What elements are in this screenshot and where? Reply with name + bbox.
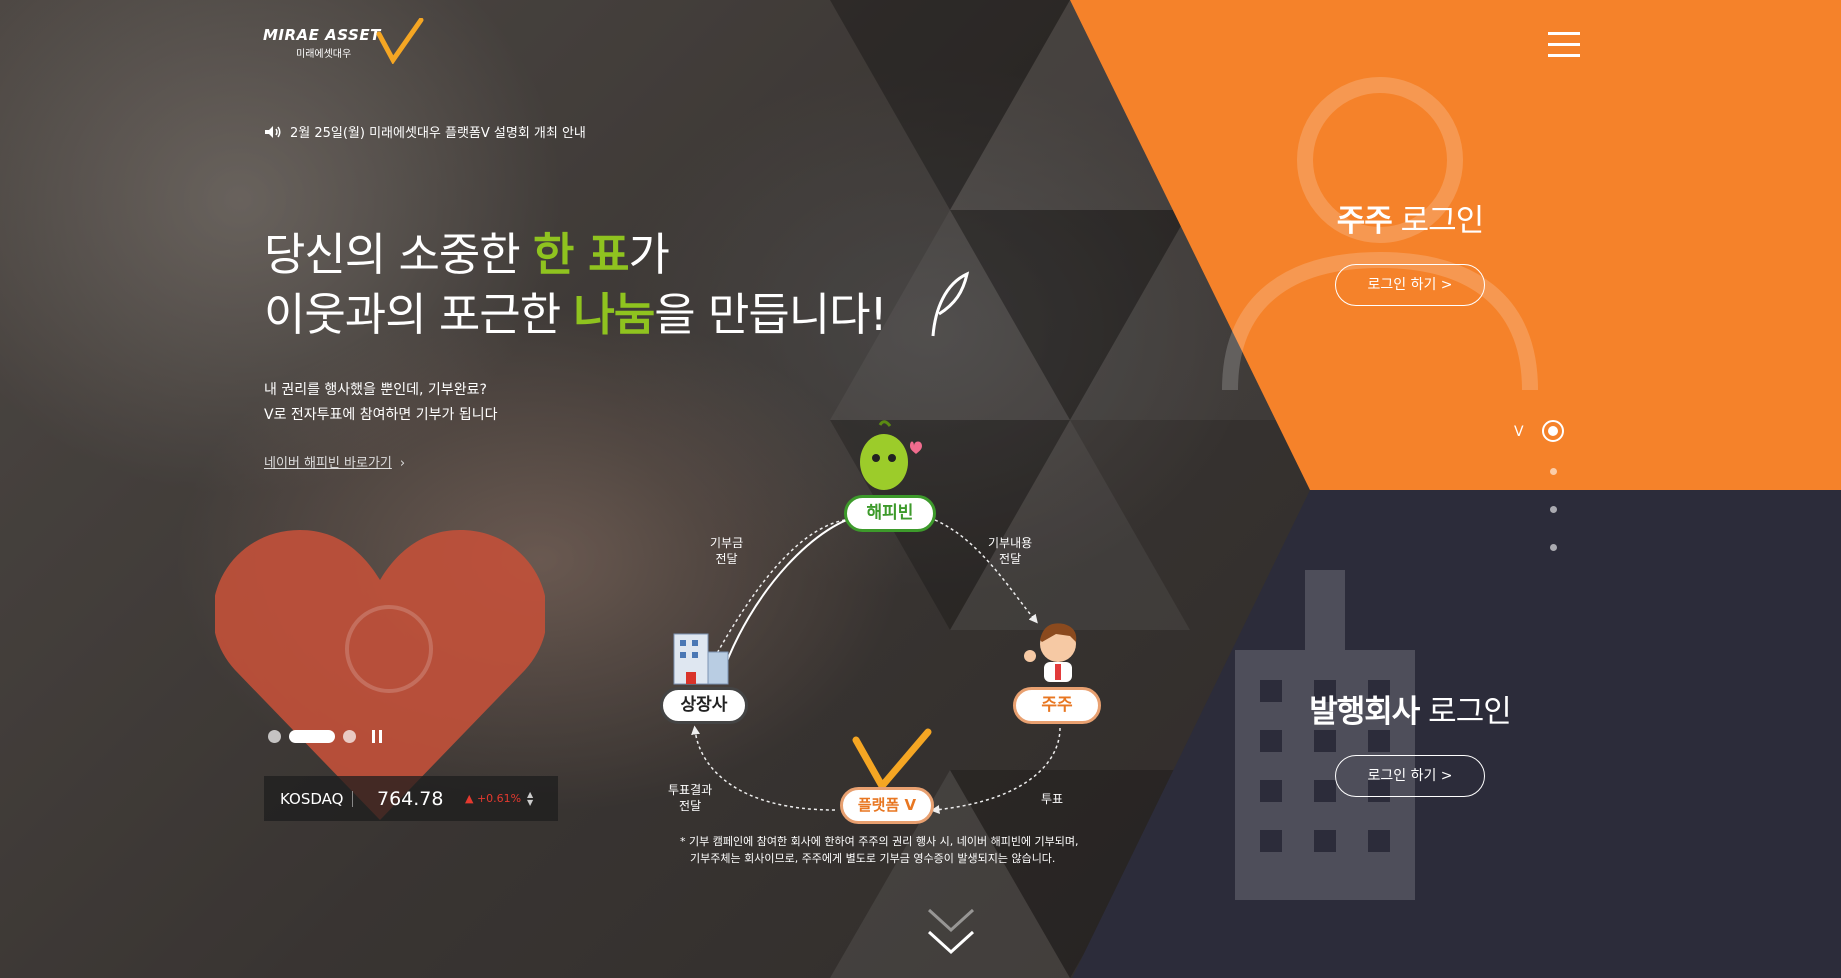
logo[interactable]: MIRAE ASSET 미래에셋대우: [263, 18, 424, 64]
title-bold: 주주: [1336, 203, 1393, 239]
platform-v-icon: [852, 728, 932, 790]
logo-subtext: 미래에셋대우: [296, 49, 352, 60]
ticker-toggle-icon[interactable]: ▲ ▼: [527, 790, 533, 807]
node-listed-company: 상장사: [660, 687, 748, 724]
index-change: ▲ +0.61%: [465, 792, 522, 805]
happybean-mascot-icon: [860, 420, 922, 490]
slider-controls: [268, 730, 382, 743]
headline-text: 이웃과의 포근한: [264, 288, 574, 341]
label-line: 기부금: [710, 536, 744, 550]
hero-headline: 당신의 소중한 한 표가 이웃과의 포근한 나눔을 만듭니다!: [264, 225, 888, 345]
label-line: 전달: [999, 552, 1022, 566]
title-rest: 로그인: [1419, 694, 1512, 730]
label-vote-result: 투표결과 전달: [668, 782, 712, 814]
notice-text: 2월 25일(월) 미래에셋대우 플랫폼V 설명회 개최 안내: [290, 126, 586, 141]
title-bold: 발행회사: [1309, 694, 1420, 730]
label-line: 기부내용: [988, 536, 1033, 550]
slide-dot-active[interactable]: [289, 730, 335, 743]
chevron-right-icon: ›: [399, 456, 406, 471]
section-dot-active[interactable]: [1542, 420, 1564, 442]
section-nav: V: [1512, 420, 1572, 560]
hamburger-icon[interactable]: [1548, 32, 1580, 62]
hero-subtext: 내 권리를 행사했을 뿐인데, 기부완료? V로 전자투표에 참여하면 기부가 …: [264, 378, 497, 428]
index-name: KOSDAQ: [280, 789, 344, 808]
note-line: 기부주체는 회사이므로, 주주에게 별도로 기부금 영수증이 발생되지는 않습니…: [690, 852, 1056, 865]
section-dot[interactable]: [1550, 506, 1557, 513]
logo-text: MIRAE ASSET: [263, 26, 381, 44]
speaker-icon: [265, 125, 281, 138]
label-line: 투표결과: [668, 783, 713, 797]
section-dot[interactable]: [1550, 544, 1557, 551]
kosdaq-ticker: KOSDAQ 764.78 ▲ +0.61% ▲ ▼: [264, 776, 558, 821]
link-text: 네이버 해피빈 바로가기: [264, 456, 392, 471]
section-dot[interactable]: [1550, 468, 1557, 475]
section-nav-label: V: [1514, 424, 1524, 440]
subtext-line: 내 권리를 행사했을 뿐인데, 기부완료?: [264, 382, 487, 398]
donation-flow-diagram: 해피빈 상장사 주주 플랫폼 V 기부금 전달 기부내용 전달 투표결과 전달 …: [640, 410, 1140, 890]
headline-text: 을 만듭니다!: [654, 288, 887, 341]
page: MIRAE ASSET 미래에셋대우 2월 25일(월) 미래에셋대우 플랫폼V…: [0, 0, 1841, 978]
headline-highlight: 나눔: [573, 288, 655, 341]
scroll-down-icon[interactable]: [923, 900, 979, 960]
note-line: * 기부 캠페인에 참여한 회사에 한하여 주주의 권리 행사 시, 네이버 해…: [680, 835, 1079, 848]
label-donation: 기부금 전달: [710, 535, 743, 567]
shareholder-login-title: 주주 로그인: [1300, 195, 1520, 240]
headline-text: 가: [628, 228, 669, 281]
node-happybean: 해피빈: [844, 495, 936, 532]
shareholder-login-button[interactable]: 로그인 하기 >: [1335, 264, 1485, 306]
pause-icon[interactable]: [372, 730, 382, 743]
node-shareholder: 주주: [1013, 687, 1101, 724]
label-vote: 투표: [1041, 792, 1064, 806]
label-line: 전달: [715, 552, 738, 566]
title-rest: 로그인: [1391, 203, 1485, 239]
slide-dot[interactable]: [343, 730, 356, 743]
shareholder-character-icon: [1024, 623, 1077, 682]
donation-note: * 기부 캠페인에 참여한 회사에 한하여 주주의 권리 행사 시, 네이버 해…: [680, 833, 1079, 867]
issuer-login-button[interactable]: 로그인 하기 >: [1335, 755, 1485, 797]
v-logo-icon: [376, 18, 424, 64]
index-value: 764.78: [377, 787, 444, 810]
subtext-line: V로 전자투표에 참여하면 기부가 됩니다: [264, 407, 498, 423]
headline-highlight: 한 표: [533, 228, 629, 281]
label-line: 전달: [679, 799, 702, 813]
issuer-login: 발행회사 로그인 로그인 하기 >: [1250, 686, 1570, 797]
label-donation-content: 기부내용 전달: [988, 535, 1032, 567]
issuer-login-title: 발행회사 로그인: [1250, 686, 1570, 731]
naver-happybean-link[interactable]: 네이버 해피빈 바로가기 ›: [264, 452, 405, 471]
node-platform-v: 플랫폼 V: [840, 787, 934, 824]
slide-dot[interactable]: [268, 730, 281, 743]
divider: [352, 790, 353, 807]
shareholder-login: 주주 로그인 로그인 하기 >: [1300, 195, 1520, 306]
notice-bar[interactable]: 2월 25일(월) 미래에셋대우 플랫폼V 설명회 개최 안내: [264, 122, 586, 141]
headline-text: 당신의 소중한: [264, 228, 534, 281]
leaf-icon: [931, 271, 970, 337]
company-building-icon: [673, 633, 729, 685]
